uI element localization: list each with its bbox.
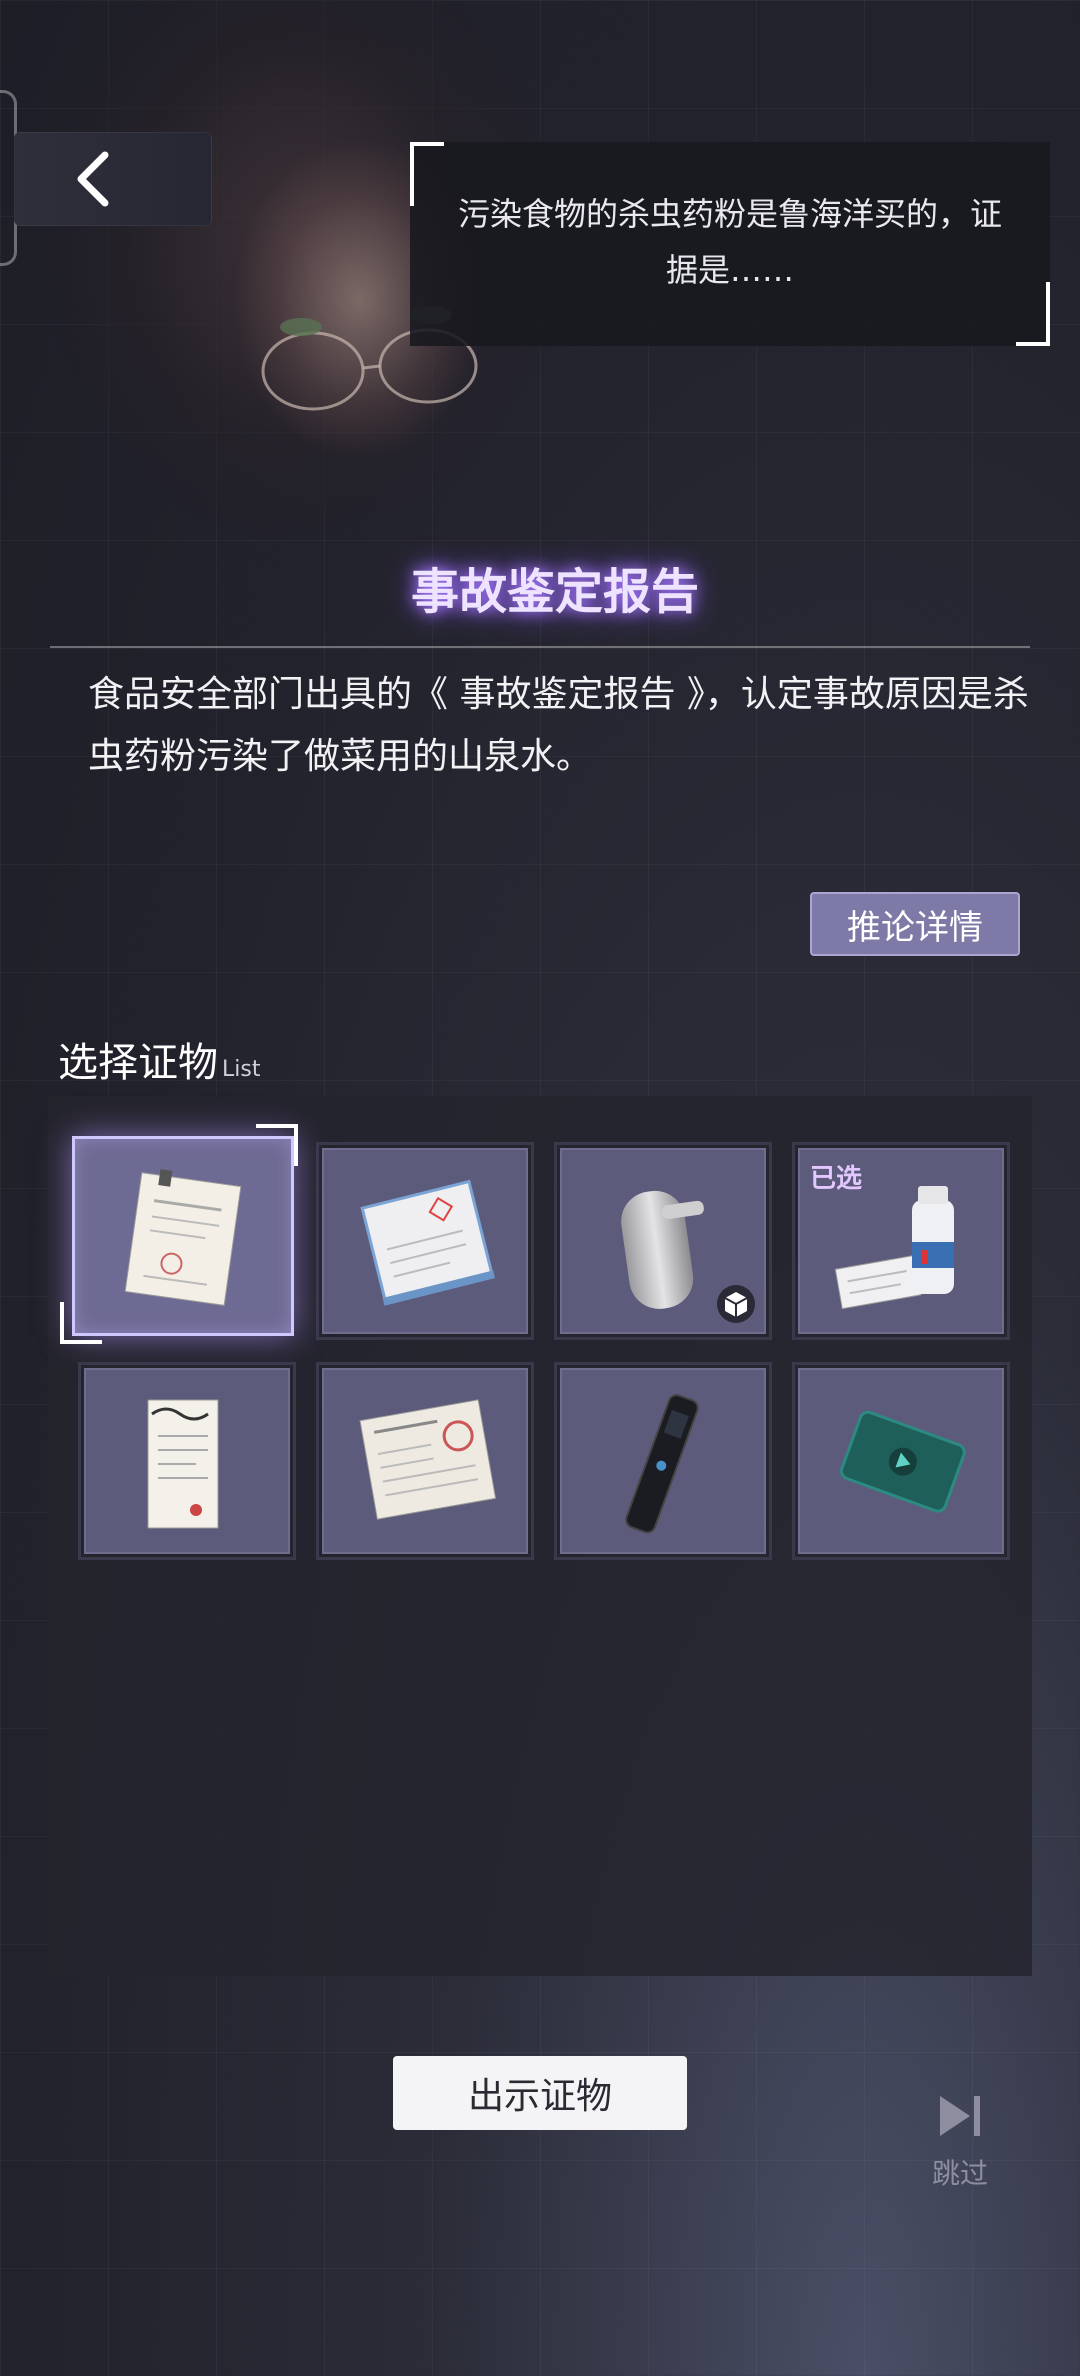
video-tablet-icon <box>839 1410 966 1513</box>
evidence-panel: 已选 <box>48 1096 1032 1976</box>
back-button[interactable] <box>14 132 212 226</box>
3d-cube-icon <box>717 1285 755 1323</box>
skip-forward-icon <box>940 2096 980 2136</box>
focus-bracket-top-right <box>256 1124 298 1166</box>
evidence-section-title: 选择证物 List <box>58 1030 260 1088</box>
reasoning-detail-button[interactable]: 推论详情 <box>810 892 1020 956</box>
bracket-top-left <box>410 142 444 206</box>
dialogue-text: 污染食物的杀虫药粉是鲁海洋买的，证据是…… <box>457 195 1002 289</box>
evidence-subtitle: List <box>222 1057 261 1082</box>
evidence-slot-4[interactable]: 已选 <box>792 1142 1010 1340</box>
present-evidence-button[interactable]: 出示证物 <box>393 2056 687 2130</box>
evidence-slot-8[interactable] <box>792 1362 1010 1560</box>
evidence-slot-7[interactable] <box>554 1362 772 1560</box>
report-description: 食品安全部门出具的《 事故鉴定报告 》，认定事故原因是杀虫药粉污染了做菜用的山泉… <box>88 674 1029 777</box>
evidence-title-text: 选择证物 <box>58 1040 218 1086</box>
dialogue-box: 污染食物的杀虫药粉是鲁海洋买的，证据是…… <box>410 142 1050 346</box>
clipped-document-icon <box>124 1169 242 1306</box>
evidence-slot-6[interactable] <box>316 1362 534 1560</box>
evidence-slot-1[interactable] <box>72 1136 294 1336</box>
report-title: 事故鉴定报告 <box>410 564 699 620</box>
evidence-slot-3[interactable] <box>554 1142 772 1340</box>
focus-bracket-bottom-left <box>60 1302 102 1344</box>
fingerprint-form-icon <box>359 1399 497 1520</box>
evidence-slot-5[interactable] <box>78 1362 296 1560</box>
selected-tag: 已选 <box>810 1164 863 1194</box>
skip-button[interactable]: 跳过 <box>930 2092 990 2192</box>
eye-left <box>280 318 322 336</box>
evidence-slot-2[interactable] <box>316 1142 534 1340</box>
chevron-left-icon <box>77 151 109 207</box>
title-divider <box>50 646 1030 648</box>
skip-label: 跳过 <box>931 2157 988 2190</box>
booklet-report-icon <box>360 1179 496 1306</box>
bracket-bottom-right <box>1016 282 1050 346</box>
receipt-icon <box>147 1399 219 1529</box>
voice-recorder-icon <box>625 1394 699 1534</box>
